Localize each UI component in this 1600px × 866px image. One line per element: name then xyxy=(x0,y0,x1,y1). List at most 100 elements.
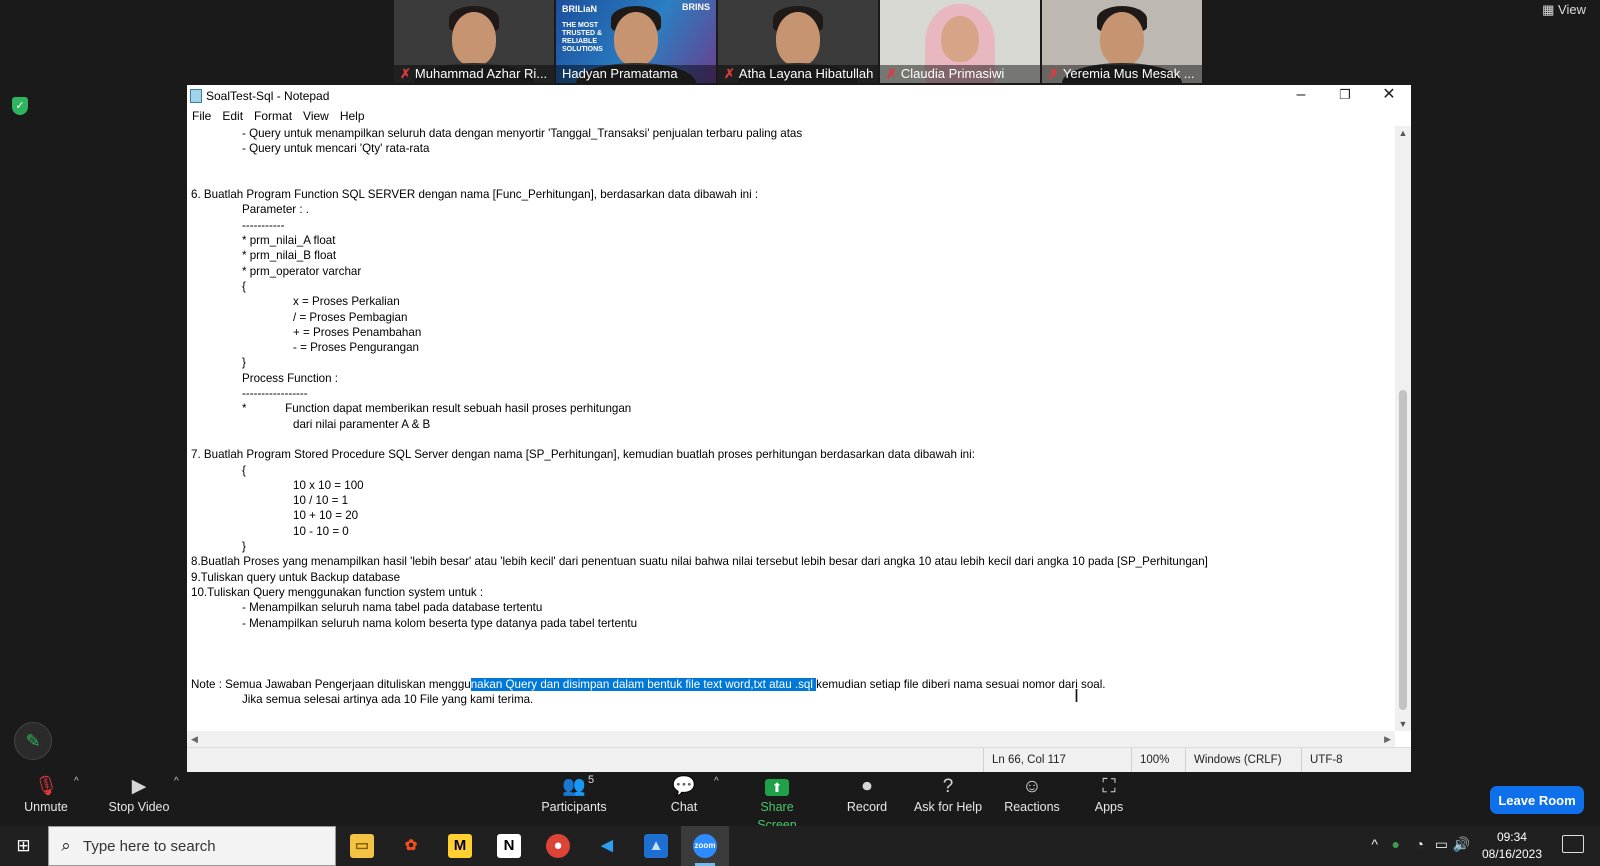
background-slogan: THE MOST TRUSTED & RELIABLE SOLUTIONS xyxy=(562,22,603,53)
menu-bar: File Edit Format View Help xyxy=(187,107,1411,126)
menu-file[interactable]: File xyxy=(187,107,217,126)
text-line: 10 / 10 = 1 xyxy=(293,494,349,508)
miro-icon[interactable]: M xyxy=(436,826,484,866)
participant-name: Hadyan Pramatama xyxy=(562,66,678,81)
record-icon: ⏺ xyxy=(862,776,872,797)
text-line: * prm_nilai_B float xyxy=(242,249,337,263)
participant-tile[interactable]: ✗ Claudia Primasiwi xyxy=(880,0,1040,83)
taskbar-search-box[interactable]: ⌕ Type here to search xyxy=(48,826,336,866)
tray-app-icon[interactable]: ● xyxy=(1392,836,1400,852)
show-hidden-icons-chevron-icon[interactable]: ^ xyxy=(1371,836,1378,852)
participant-tile[interactable]: ✗ Yeremia Mus Mesak ... xyxy=(1042,0,1202,83)
chat-options-caret-icon[interactable]: ^ xyxy=(714,776,719,787)
text-line: { xyxy=(242,463,246,477)
title-bar[interactable]: SoalTest-Sql - Notepad – ❐ ✕ xyxy=(187,85,1411,107)
text-line: * Function dapat memberikan result sebua… xyxy=(242,402,632,416)
encoding: UTF-8 xyxy=(1301,748,1343,773)
zoom-app-icon[interactable]: zoom xyxy=(681,826,729,866)
windows-start-icon[interactable]: ⊞ xyxy=(0,826,47,866)
document-text[interactable]: - Query untuk menampilkan seluruh data d… xyxy=(187,126,1395,677)
scroll-right-icon[interactable]: ▶ xyxy=(1384,734,1391,745)
note-block[interactable]: Note : Semua Jawaban Pengerjaan ditulisk… xyxy=(187,677,1395,708)
text-editor[interactable]: - Query untuk menampilkan seluruh data d… xyxy=(187,126,1395,804)
windows-taskbar: ⊞ ⌕ Type here to search ▭ ✿ M N ● ◀ ▲ zo… xyxy=(0,826,1600,866)
menu-view[interactable]: View xyxy=(298,107,335,126)
scroll-up-icon[interactable]: ▲ xyxy=(1395,128,1411,138)
selected-text: nakan Query dan disimpan dalam bentuk fi… xyxy=(470,677,817,691)
scroll-left-icon[interactable]: ◀ xyxy=(191,734,198,745)
notion-icon[interactable]: N xyxy=(485,826,533,866)
participants-icon: 👥 xyxy=(562,776,586,797)
apps-button[interactable]: ⛶ Apps xyxy=(1094,772,1124,826)
wifi-icon[interactable]: ◔ xyxy=(1416,836,1424,852)
participant-tile[interactable]: ✗ Muhammad Azhar Ri... xyxy=(394,0,554,83)
unmute-button[interactable]: 🎙 Unmute ^ xyxy=(20,772,79,826)
participant-name-bar: ✗ Claudia Primasiwi xyxy=(880,65,1040,83)
text-line: } xyxy=(242,356,246,370)
chrome-icon[interactable]: ● xyxy=(534,826,582,866)
mic-muted-icon: ✗ xyxy=(886,66,897,81)
participant-name: Atha Layana Hibatullah xyxy=(738,66,874,81)
text-line xyxy=(191,157,1395,172)
participant-name-bar: Hadyan Pramatama xyxy=(556,65,716,83)
menu-help[interactable]: Help xyxy=(335,107,371,126)
vscode-icon[interactable]: ◀ xyxy=(583,826,631,866)
text-line: 8.Buatlah Proses yang menampilkan hasil … xyxy=(191,555,1208,569)
text-line: - Query untuk mencari 'Qty' rata-rata xyxy=(242,142,430,156)
participants-button[interactable]: 👥 5 Participants xyxy=(540,772,608,826)
notepad-app-icon xyxy=(190,89,202,103)
text-line: dari nilai paramenter A & B xyxy=(293,417,431,431)
reactions-button[interactable]: ☺ Reactions xyxy=(1002,772,1062,826)
text-line: 7. Buatlah Program Stored Procedure SQL … xyxy=(191,448,975,462)
participant-name-bar: ✗ Muhammad Azhar Ri... xyxy=(394,65,554,83)
figma-icon[interactable]: ✿ xyxy=(387,826,435,866)
close-button[interactable]: ✕ xyxy=(1367,85,1411,107)
security-shield-icon[interactable]: ✓ xyxy=(12,97,28,115)
text-line: Parameter : . xyxy=(242,203,310,217)
chat-button[interactable]: 💬 Chat ^ xyxy=(666,772,719,826)
video-options-caret-icon[interactable]: ^ xyxy=(174,776,179,787)
notifications-icon[interactable] xyxy=(1562,835,1584,853)
chat-bubble-icon: 💬 xyxy=(672,776,696,797)
text-line: / = Proses Pembagian xyxy=(293,310,408,324)
stop-video-button[interactable]: ▶ Stop Video ^ xyxy=(104,772,179,826)
mic-muted-icon: ✗ xyxy=(400,66,411,81)
menu-edit[interactable]: Edit xyxy=(217,107,249,126)
system-clock[interactable]: 09:34 08/16/2023 xyxy=(1482,829,1542,863)
text-cursor-icon: I xyxy=(1074,686,1080,706)
participant-name: Muhammad Azhar Ri... xyxy=(414,66,548,81)
volume-icon[interactable]: 🔊 xyxy=(1453,836,1470,853)
share-screen-button[interactable]: ⬆ Share Screen xyxy=(740,772,814,832)
text-line: 10.Tuliskan Query menggunakan function s… xyxy=(191,585,484,599)
annotate-pencil-icon[interactable]: ✎ xyxy=(14,722,52,760)
text-line xyxy=(191,432,1395,447)
photos-icon[interactable]: ▲ xyxy=(632,826,680,866)
audio-options-caret-icon[interactable]: ^ xyxy=(74,776,79,787)
clock-date: 08/16/2023 xyxy=(1481,847,1542,861)
ask-for-help-button[interactable]: ? Ask for Help xyxy=(912,772,984,826)
share-screen-icon: ⬆ xyxy=(765,779,789,796)
search-placeholder: Type here to search xyxy=(83,837,216,855)
file-explorer-icon[interactable]: ▭ xyxy=(338,826,386,866)
horizontal-scrollbar[interactable]: ◀ ▶ xyxy=(187,731,1395,747)
record-button[interactable]: ⏺ Record xyxy=(844,772,890,826)
menu-format[interactable]: Format xyxy=(249,107,298,126)
text-line: 10 x 10 = 100 xyxy=(293,478,364,492)
restore-button[interactable]: ❐ xyxy=(1323,85,1367,107)
vertical-scrollbar[interactable]: ▲ ▼ xyxy=(1395,126,1411,731)
note-line: Note : Semua Jawaban Pengerjaan ditulisk… xyxy=(191,677,1106,691)
leave-room-button[interactable]: Leave Room xyxy=(1490,786,1584,814)
participant-tile[interactable]: ✗ Atha Layana Hibatullah xyxy=(718,0,878,83)
minimize-button[interactable]: – xyxy=(1279,85,1323,107)
text-line: ----------------- xyxy=(242,387,308,401)
participant-face xyxy=(941,16,979,62)
view-button[interactable]: ▦ View xyxy=(1542,2,1586,18)
participant-name: Yeremia Mus Mesak ... xyxy=(1062,66,1195,81)
participant-tile-active-speaker[interactable]: BRILiaN BRINS THE MOST TRUSTED & RELIABL… xyxy=(556,0,716,83)
scroll-down-icon[interactable]: ▼ xyxy=(1395,719,1411,729)
battery-icon[interactable]: ▭ xyxy=(1435,836,1448,853)
text-line xyxy=(191,646,1395,661)
scrollbar-thumb[interactable] xyxy=(1399,390,1407,710)
apps-grid-icon: ⛶ xyxy=(1102,776,1116,797)
video-gallery: ✗ Muhammad Azhar Ri... BRILiaN BRINS THE … xyxy=(394,0,1202,83)
